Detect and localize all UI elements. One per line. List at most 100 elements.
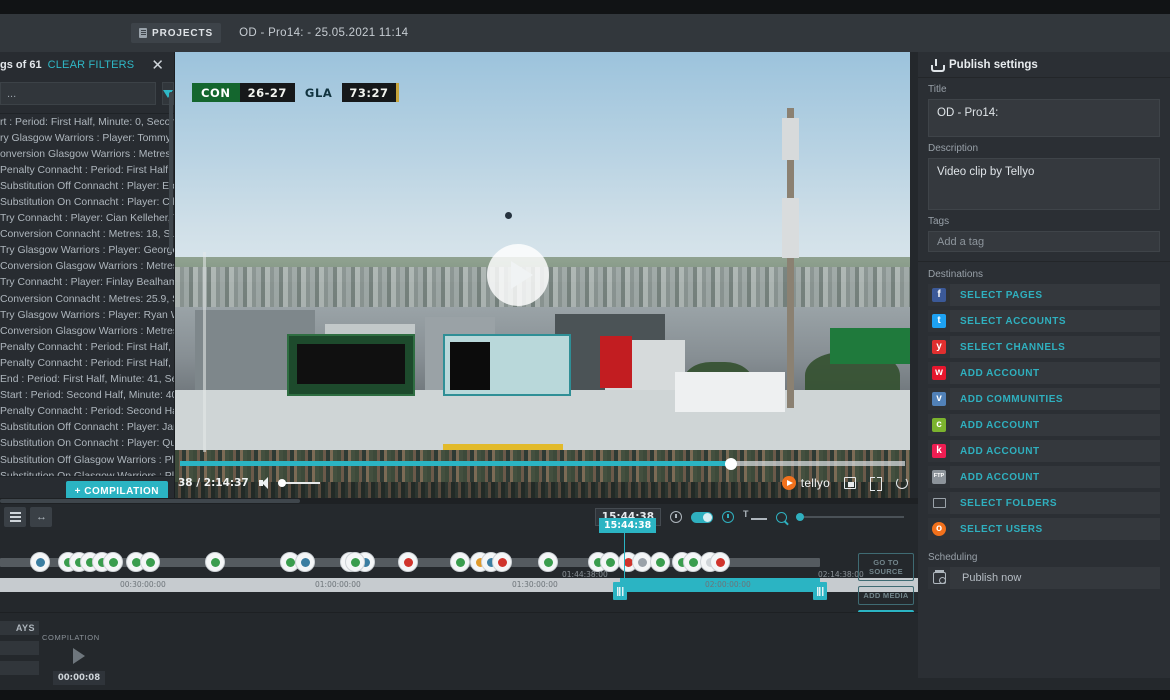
timeline-marker[interactable] [710, 552, 730, 572]
play-button-overlay[interactable] [487, 244, 549, 306]
filter-list-item[interactable]: Substitution Off Connacht : Player: Eoin… [0, 178, 174, 194]
timeline-marker[interactable] [450, 552, 470, 572]
timeline-marker[interactable] [398, 552, 418, 572]
destination-row[interactable]: FTP ADD ACCOUNT [928, 466, 1160, 488]
go-to-source-button[interactable]: GO TO SOURCE [858, 553, 914, 581]
volume-slider[interactable] [277, 479, 320, 487]
timeline-marker[interactable] [295, 552, 315, 572]
destination-row[interactable]: w ADD ACCOUNT [928, 362, 1160, 384]
filter-list-item[interactable]: Try Glasgow Warriors : Player: Ryan Wils… [0, 307, 174, 323]
filter-list-item[interactable]: Substitution On Connacht : Player: Quinn… [0, 436, 174, 452]
destination-label: SELECT ACCOUNTS [960, 315, 1067, 327]
destination-label: SELECT PAGES [960, 289, 1043, 301]
filter-list-item[interactable]: Conversion Connacht : Metres: 18, Succe.… [0, 227, 174, 243]
rotate-icon[interactable] [896, 477, 908, 489]
timeline-marker[interactable] [632, 552, 652, 572]
filter-list-item[interactable]: Conversion Glasgow Warriors : Metres: 3.… [0, 259, 174, 275]
timeline-marker[interactable] [538, 552, 558, 572]
expand-view-button[interactable]: ↔ [30, 507, 52, 527]
filter-list-item[interactable]: rt : Period: First Half, Minute: 0, Seco… [0, 114, 174, 130]
picture-in-picture-icon[interactable] [844, 477, 856, 489]
filter-list-item[interactable]: Try Glasgow Warriors : Player: George Tu… [0, 243, 174, 259]
title-field[interactable]: OD - Pro14: [928, 99, 1160, 137]
floodlight-pylon [782, 108, 799, 408]
weibo-icon: w [928, 362, 950, 384]
filter-list-item[interactable]: ry Glasgow Warriors : Player: Tommy Sey.… [0, 130, 174, 146]
description-label: Description [928, 143, 979, 154]
filter-list-item[interactable]: Penalty Connacht : Period: Second Half, … [0, 404, 174, 420]
marker-dot [404, 558, 413, 567]
timeline-marker[interactable] [205, 552, 225, 572]
zoom-slider[interactable] [796, 513, 904, 521]
tab-replays[interactable]: AYS [0, 621, 39, 635]
stopwatch-icon[interactable] [670, 511, 682, 523]
destination-row[interactable]: o SELECT USERS [928, 518, 1160, 540]
tab-tertiary[interactable] [0, 661, 39, 675]
project-title: OD - Pro14: - 25.05.2021 11:14 [239, 27, 409, 39]
filter-list-item[interactable]: Penalty Connacht : Period: First Half, M… [0, 339, 174, 355]
destination-label: SELECT USERS [960, 523, 1043, 535]
destination-row[interactable]: SELECT FOLDERS [928, 492, 1160, 514]
timeline-marker[interactable] [140, 552, 160, 572]
filter-list-item[interactable]: Try Connacht : Player: Finlay Bealham, T… [0, 275, 174, 291]
filters-scrollbar[interactable] [169, 92, 173, 252]
close-icon[interactable]: ✕ [151, 58, 164, 73]
filters-list[interactable]: rt : Period: First Half, Minute: 0, Seco… [0, 92, 174, 476]
timeline-marker[interactable] [345, 552, 365, 572]
add-media-button[interactable]: ADD MEDIA [858, 586, 914, 605]
filter-list-item[interactable]: Start : Period: Second Half, Minute: 40,… [0, 388, 174, 404]
timeline-marker[interactable] [492, 552, 512, 572]
timeline-marker[interactable] [103, 552, 123, 572]
filter-list-item[interactable]: Try Connacht : Player: Cian Kelleher, Te… [0, 211, 174, 227]
marker-dot [286, 558, 295, 567]
zoom-slider-handle[interactable] [796, 513, 804, 521]
destination-row[interactable]: y SELECT CHANNELS [928, 336, 1160, 358]
out-knob[interactable] [813, 582, 827, 600]
zoom-icon[interactable] [776, 511, 787, 523]
volume-icon[interactable] [258, 477, 272, 489]
clear-filters-button[interactable]: CLEAR FILTERS [48, 59, 135, 71]
tab-secondary[interactable] [0, 641, 39, 655]
filter-list-item[interactable]: Conversion Glasgow Warriors : Metres: 2.… [0, 323, 174, 339]
destination-row[interactable]: f SELECT PAGES [928, 284, 1160, 306]
clock-icon[interactable] [722, 511, 734, 523]
list-view-button[interactable] [4, 507, 26, 527]
timeline[interactable]: 01:44:38:00 02:14:38:00 15:44:38 00:30:00… [0, 518, 918, 612]
filter-list-item[interactable]: End : Period: First Half, Minute: 41, Se… [0, 372, 174, 388]
home-team-name: CON [192, 83, 240, 102]
video-progress-bar[interactable] [180, 457, 905, 470]
filter-list-item[interactable]: Penalty Connacht : Period: First Half, M… [0, 162, 174, 178]
filter-list-item[interactable]: Penalty Connacht : Period: First Half, M… [0, 355, 174, 371]
filter-list-item[interactable]: Substitution On Glasgow Warriors : Playe… [0, 468, 174, 476]
scrollbar-thumb[interactable] [0, 499, 300, 503]
volume-handle[interactable] [277, 479, 286, 487]
filter-list-item[interactable]: Substitution Off Glasgow Warriors : Play… [0, 452, 174, 468]
destination-label: ADD ACCOUNT [960, 419, 1040, 431]
timeline-track[interactable] [0, 552, 820, 572]
timeline-marker[interactable] [600, 552, 620, 572]
search-input[interactable] [0, 82, 156, 105]
destination-row[interactable]: t SELECT ACCOUNTS [928, 310, 1160, 332]
filter-list-item[interactable]: Substitution On Connacht : Player: Cilli… [0, 194, 174, 210]
projects-button[interactable]: PROJECTS [131, 23, 222, 43]
filter-list-item[interactable]: onversion Glasgow Warriors : Metres: 26.… [0, 146, 174, 162]
timeline-marker[interactable] [30, 552, 50, 572]
filter-list-item[interactable]: Conversion Connacht : Metres: 25.9, Suc.… [0, 291, 174, 307]
schedule-selector[interactable]: Publish now [928, 567, 1160, 589]
snap-toggle[interactable] [691, 511, 713, 523]
timeline-marker[interactable] [650, 552, 670, 572]
video-progress-handle[interactable] [725, 457, 737, 470]
fullscreen-icon[interactable] [870, 477, 882, 491]
compilation-play-icon[interactable] [73, 648, 85, 664]
destination-row[interactable]: k ADD ACCOUNT [928, 440, 1160, 462]
text-tool-icon[interactable] [743, 509, 767, 522]
filter-list-item[interactable]: Substitution Off Connacht : Player: Jame… [0, 420, 174, 436]
destination-row[interactable]: v ADD COMMUNITIES [928, 388, 1160, 410]
tags-field[interactable]: Add a tag [928, 231, 1160, 252]
tellyo-logo-icon [781, 476, 796, 490]
description-field[interactable]: Video clip by Tellyo [928, 158, 1160, 210]
destination-row[interactable]: c ADD ACCOUNT [928, 414, 1160, 436]
destinations-list: f SELECT PAGES t SELECT ACCOUNTS y SELECT CHA… [918, 284, 1170, 540]
publish-settings-title: Publish settings [949, 58, 1038, 71]
in-knob[interactable] [613, 582, 627, 600]
